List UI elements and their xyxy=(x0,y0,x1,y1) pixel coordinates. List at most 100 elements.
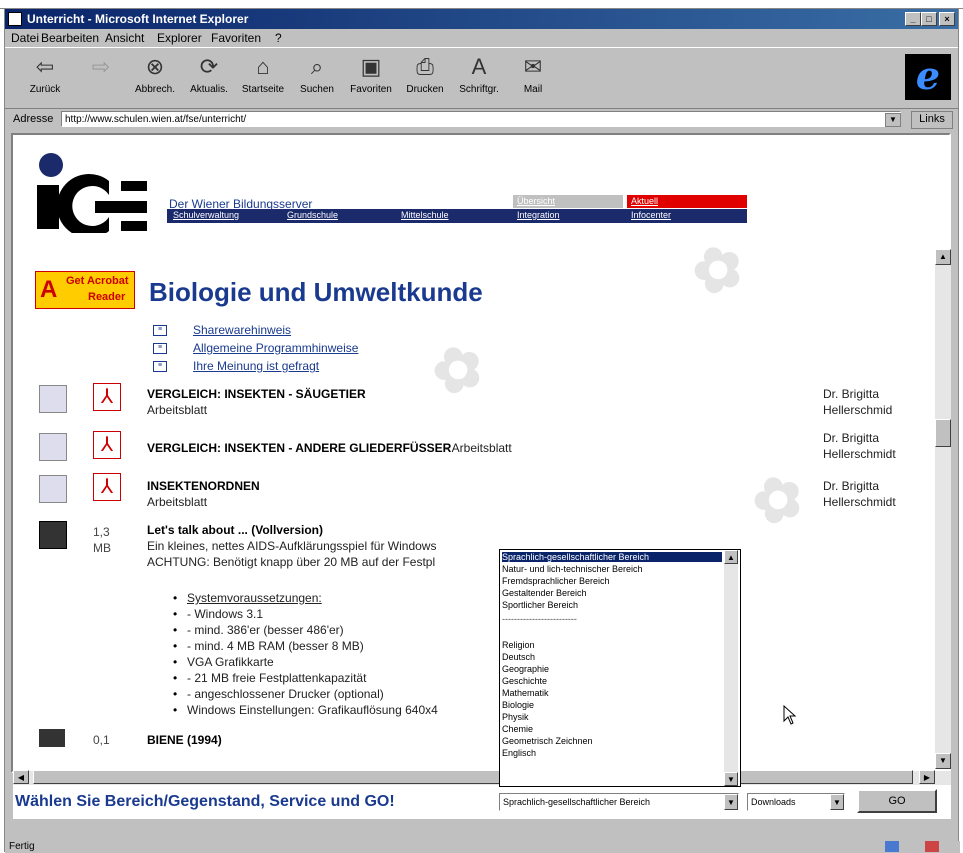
acrobat-line1: Get Acrobat xyxy=(66,275,129,287)
link-icon: ≡ xyxy=(153,343,167,354)
dropdown-option[interactable]: Mathematik xyxy=(502,688,549,698)
dropdown-option[interactable]: Deutsch xyxy=(502,652,535,662)
scroll-right-arrow-icon[interactable]: ▶ xyxy=(919,770,935,784)
sysreq-item: - mind. 386'er (besser 486'er) xyxy=(187,623,344,637)
floppy-disk-icon[interactable] xyxy=(39,729,65,747)
dropdown-option[interactable]: Fremdsprachlicher Bereich xyxy=(502,576,610,586)
go-button[interactable]: GO xyxy=(857,789,937,813)
dropdown-option[interactable]: Englisch xyxy=(502,748,536,758)
entry-title[interactable]: INSEKTENORDNEN xyxy=(147,479,260,493)
entry-author: Dr. Brigitta xyxy=(823,431,880,445)
entry-author: Hellerschmidt xyxy=(823,495,896,509)
dropdown-option[interactable]: Gestaltender Bereich xyxy=(502,588,587,598)
nav-schulverwaltung[interactable]: Schulverwaltung xyxy=(169,209,269,222)
home-button[interactable]: ⌂ Startseite xyxy=(237,52,289,104)
document-icon[interactable] xyxy=(39,385,67,413)
document-icon[interactable] xyxy=(39,475,67,503)
floppy-disk-icon[interactable] xyxy=(39,521,67,549)
scroll-up-arrow-icon[interactable]: ▲ xyxy=(724,550,738,564)
menu-bearbeiten[interactable]: Bearbeiten xyxy=(41,31,99,45)
menu-datei[interactable]: Datei xyxy=(11,31,39,45)
bullet: • xyxy=(173,607,178,621)
scroll-down-arrow-icon[interactable]: ▼ xyxy=(724,772,738,786)
address-input[interactable]: http://www.schulen.wien.at/fse/unterrich… xyxy=(61,111,901,127)
dropdown-option[interactable]: Biologie xyxy=(502,700,534,710)
horizontal-scrollbar[interactable]: ◀ ▶ xyxy=(13,770,951,785)
forward-button[interactable]: ⇨ xyxy=(75,52,127,104)
download-desc: ACHTUNG: Benötigt knapp über 20 MB auf d… xyxy=(147,555,436,569)
link-sharewarehinweis[interactable]: Sharewarehinweis xyxy=(193,323,291,337)
entry-title[interactable]: VERGLEICH: INSEKTEN - ANDERE GLIEDERFÜSS… xyxy=(147,441,451,455)
menu-help[interactable]: ? xyxy=(275,31,282,45)
search-label: Suchen xyxy=(300,84,334,95)
favorites-button[interactable]: ▣ Favoriten xyxy=(345,52,397,104)
site-logo xyxy=(37,153,147,233)
vertical-scrollbar[interactable]: ▲ ▼ xyxy=(935,249,951,769)
download-title[interactable]: Let's talk about ... (Vollversion) xyxy=(147,523,323,537)
dropdown-option[interactable]: Natur- und lich-technischer Bereich xyxy=(502,564,643,574)
horizontal-scroll-thumb[interactable] xyxy=(33,770,913,784)
stop-button[interactable]: ⊗ Abbrech. xyxy=(129,52,181,104)
link-meinung[interactable]: Ihre Meinung ist gefragt xyxy=(193,359,319,373)
entry-title[interactable]: VERGLEICH: INSEKTEN - SÄUGETIER xyxy=(147,387,366,401)
dropdown-option[interactable]: Physik xyxy=(502,712,529,722)
stop-label: Abbrech. xyxy=(134,84,176,95)
dropdown-scrollbar[interactable]: ▲ ▼ xyxy=(724,550,738,786)
service-select[interactable]: Downloads ▼ xyxy=(747,793,845,811)
scroll-thumb[interactable] xyxy=(935,419,951,447)
footer-prompt: Wählen Sie Bereich/Gegenstand, Service u… xyxy=(15,793,395,810)
menu-bar: Datei Bearbeiten Ansicht Explorer Favori… xyxy=(5,29,958,47)
bereich-select[interactable]: Sprachlich-gesellschaftlicher Bereich ▼ xyxy=(499,793,739,811)
dropdown-option[interactable]: Geschichte xyxy=(502,676,547,686)
get-acrobat-reader-button[interactable]: A Get Acrobat Reader xyxy=(35,271,135,309)
biene-title[interactable]: BIENE (1994) xyxy=(147,733,222,747)
ie-window-icon xyxy=(8,12,22,26)
menu-favoriten[interactable]: Favoriten xyxy=(211,31,261,45)
nav-mittelschule[interactable]: Mittelschule xyxy=(397,209,497,222)
biene-size: 0,1 xyxy=(93,733,110,747)
maximize-button[interactable]: □ xyxy=(921,12,937,26)
nav-integration[interactable]: Integration xyxy=(513,209,613,222)
font-size-label: Schriftgr. xyxy=(459,84,499,95)
scroll-up-arrow-icon[interactable]: ▲ xyxy=(935,249,951,265)
font-size-button[interactable]: A Schriftgr. xyxy=(453,52,505,104)
minimize-button[interactable]: _ xyxy=(905,12,921,26)
back-label: Zurück xyxy=(29,84,61,95)
close-button[interactable]: × xyxy=(939,12,955,26)
back-button[interactable]: ⇦ Zurück xyxy=(19,52,71,104)
window-title: Unterricht - Microsoft Internet Explorer xyxy=(27,12,249,26)
chevron-down-icon[interactable]: ▼ xyxy=(830,794,844,810)
security-zone-icon xyxy=(885,841,899,852)
menu-explorer[interactable]: Explorer xyxy=(157,31,202,45)
search-button[interactable]: ⌕ Suchen xyxy=(291,52,343,104)
refresh-icon: ⟳ xyxy=(199,54,219,79)
scroll-down-arrow-icon[interactable]: ▼ xyxy=(935,753,951,769)
bullet: • xyxy=(173,639,178,653)
link-programmhinweise[interactable]: Allgemeine Programmhinweise xyxy=(193,341,358,355)
dropdown-option[interactable]: Chemie xyxy=(502,724,533,734)
dropdown-option[interactable]: Geometrisch Zeichnen xyxy=(502,736,593,746)
nav-aktuell[interactable]: Aktuell xyxy=(627,195,747,208)
pdf-icon[interactable]: ⅄ xyxy=(93,383,121,411)
dropdown-option[interactable]: Sprachlich-gesellschaftlicher Bereich xyxy=(502,552,722,562)
nav-grundschule[interactable]: Grundschule xyxy=(283,209,383,222)
links-button[interactable]: Links xyxy=(911,111,953,129)
chevron-down-icon[interactable]: ▼ xyxy=(885,113,901,127)
mail-button[interactable]: ✉ Mail xyxy=(507,52,559,104)
document-icon[interactable] xyxy=(39,433,67,461)
dropdown-option[interactable]: Sportlicher Bereich xyxy=(502,600,578,610)
refresh-button[interactable]: ⟳ Aktualis. xyxy=(183,52,235,104)
menu-ansicht[interactable]: Ansicht xyxy=(105,31,144,45)
print-button[interactable]: ⎙ Drucken xyxy=(399,52,451,104)
chevron-down-icon[interactable]: ▼ xyxy=(724,794,738,810)
dropdown-option[interactable]: Religion xyxy=(502,640,535,650)
nav-uebersicht[interactable]: Übersicht xyxy=(513,195,623,208)
ie-logo-icon: e xyxy=(905,54,951,100)
pdf-icon[interactable]: ⅄ xyxy=(93,473,121,501)
bereich-dropdown-list[interactable]: Sprachlich-gesellschaftlicher Bereich Na… xyxy=(499,549,741,787)
dropdown-option[interactable]: Geographie xyxy=(502,664,549,674)
pdf-icon[interactable]: ⅄ xyxy=(93,431,121,459)
print-label: Drucken xyxy=(406,84,444,95)
scroll-left-arrow-icon[interactable]: ◀ xyxy=(13,770,29,784)
nav-infocenter[interactable]: Infocenter xyxy=(627,209,727,222)
